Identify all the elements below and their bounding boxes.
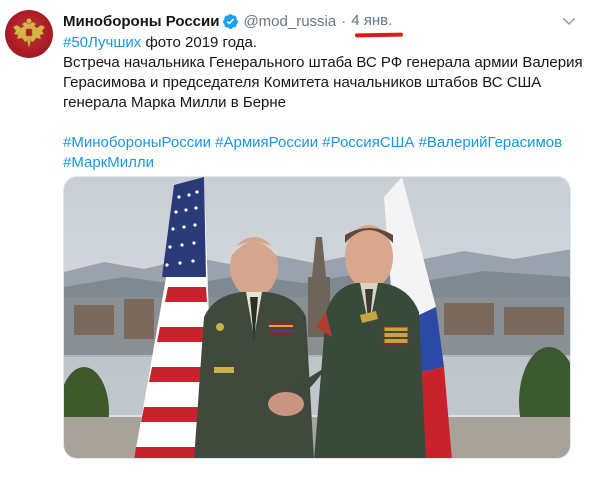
verified-badge-icon	[222, 13, 239, 30]
tweet-text-line: #50Лучших фото 2019 года.	[63, 33, 578, 53]
tweet-date[interactable]: 4 янв.	[351, 12, 392, 29]
tweet-header: Минобороны России @mod_russia · 4 янв.	[63, 10, 404, 38]
separator-dot: ·	[341, 12, 347, 30]
hashtag-link[interactable]: #АрмияРоссии	[215, 134, 318, 151]
handle[interactable]: @mod_russia	[243, 13, 336, 30]
tweet-text-line: Встреча начальника Генерального штаба ВС…	[63, 54, 583, 71]
hashtag-link[interactable]: #МинобороныРоссии	[63, 134, 211, 151]
hashtag-link[interactable]: #РоссияСША	[322, 134, 414, 151]
chevron-down-icon[interactable]	[560, 12, 578, 30]
tweet-photo[interactable]	[63, 176, 571, 459]
avatar[interactable]	[5, 10, 53, 58]
double-headed-eagle-icon	[12, 18, 46, 49]
photo-image	[64, 177, 570, 458]
display-name[interactable]: Минобороны России	[63, 13, 219, 30]
tweet-text: #50Лучших фото 2019 года. Встреча началь…	[63, 33, 583, 173]
hashtag-link[interactable]: #50Лучших	[63, 34, 141, 51]
hashtag-link[interactable]: #МаркМилли	[63, 154, 154, 171]
tweet[interactable]: Минобороны России @mod_russia · 4 янв. #…	[0, 0, 590, 479]
tweet-text-segment: фото 2019 года.	[141, 34, 257, 51]
tweet-text-line: генерала Марка Милли в Берне	[63, 94, 287, 111]
hashtag-link[interactable]: #ВалерийГерасимов	[419, 134, 563, 151]
tweet-text-line: Герасимова и председателя Комитета начал…	[63, 74, 542, 91]
hashtags-line: #МинобороныРоссии #АрмияРоссии #РоссияСШ…	[63, 133, 578, 153]
hashtags-line: #МаркМилли	[63, 153, 578, 173]
